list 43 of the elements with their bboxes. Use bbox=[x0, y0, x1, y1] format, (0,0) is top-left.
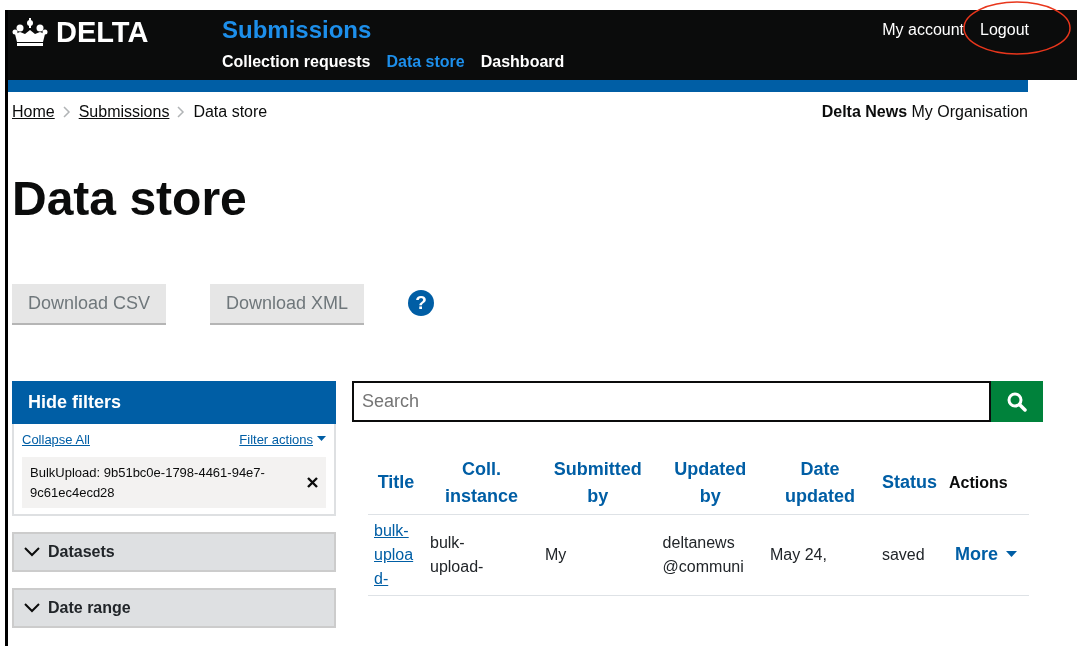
filter-actions-link[interactable]: Filter actions bbox=[239, 429, 326, 450]
column-sort-link[interactable]: Updated by bbox=[662, 455, 759, 510]
collapse-all-link[interactable]: Collapse All bbox=[22, 429, 90, 450]
column-sort-link[interactable]: Submitted by bbox=[544, 455, 651, 510]
logo-text: DELTA bbox=[56, 18, 149, 47]
chevron-icon bbox=[177, 106, 186, 118]
close-icon[interactable] bbox=[307, 477, 318, 489]
column-sort-link[interactable]: Status bbox=[881, 469, 937, 497]
nav-link[interactable]: Data store bbox=[386, 50, 465, 74]
search-field[interactable]: Search bbox=[352, 380, 991, 422]
crown-icon bbox=[12, 18, 48, 46]
search-button[interactable] bbox=[991, 380, 1043, 422]
caret-icon bbox=[317, 436, 326, 443]
table-cell-text: bulk-upload- bbox=[430, 532, 485, 577]
table-cell-text: deltanews @communi bbox=[662, 532, 745, 577]
filter-section-toggle[interactable]: Datasets bbox=[12, 532, 336, 573]
account-link[interactable]: My account bbox=[882, 21, 965, 38]
hide-filters-button[interactable]: Hide filters bbox=[12, 380, 336, 424]
caret-icon bbox=[1006, 551, 1017, 559]
search-icon bbox=[1007, 391, 1027, 412]
table-cell: saved bbox=[881, 545, 925, 563]
record-link[interactable]: bulk-upload- bbox=[374, 518, 418, 591]
breadcrumb-current: Data store bbox=[193, 102, 268, 122]
column-sort-link[interactable]: Date updated bbox=[770, 455, 870, 510]
filter-label: BulkUpload: 9b51bc0e-1798-4461-94e7-9c61ec4ecd28 bbox=[30, 464, 266, 502]
nav-link[interactable]: Collection requests bbox=[222, 50, 371, 74]
column-sort-link[interactable]: Coll. instance bbox=[430, 455, 533, 510]
nav-link[interactable]: Dashboard bbox=[480, 50, 565, 74]
account-link[interactable]: Logout bbox=[980, 21, 1029, 38]
breadcrumb-link[interactable]: Submissions bbox=[78, 100, 170, 124]
chevron-icon bbox=[62, 106, 71, 118]
breadcrumb-link[interactable]: Home bbox=[12, 100, 55, 124]
organisation-name: Delta News bbox=[821, 103, 908, 120]
help-icon[interactable]: ? bbox=[408, 290, 435, 317]
column-header: Actions bbox=[949, 473, 1008, 491]
organisation-label: My Organisation bbox=[911, 103, 1028, 120]
service-name: Submissions bbox=[222, 18, 373, 42]
table-cell: May 24, bbox=[770, 545, 827, 563]
column-sort-link[interactable]: Title bbox=[377, 469, 415, 497]
more-button[interactable]: More bbox=[949, 540, 1023, 570]
filter-section-toggle[interactable]: Date range bbox=[12, 588, 336, 629]
page-title: Data store bbox=[12, 171, 248, 227]
table-cell: My bbox=[544, 545, 567, 563]
